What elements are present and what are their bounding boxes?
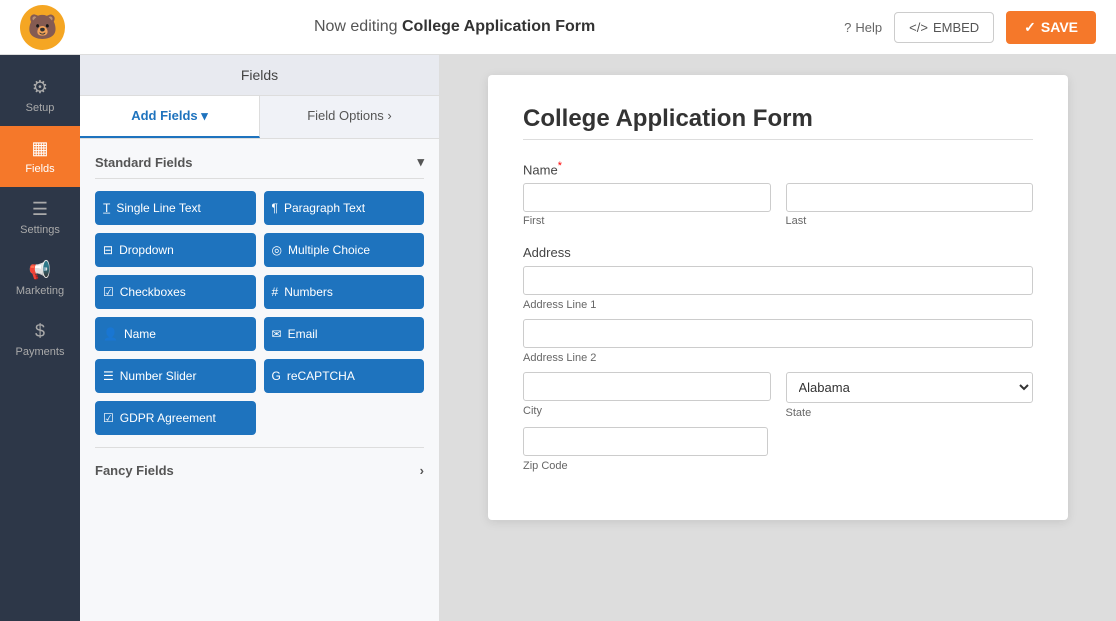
standard-fields-header: Standard Fields ▾ [95,154,424,179]
chevron-right-icon: › [420,463,424,478]
name-field: Name* First Last [523,160,1033,227]
embed-button[interactable]: </> EMBED [894,12,994,43]
setup-icon: ⚙ [32,77,48,98]
field-btn-gdpr[interactable]: ☑ GDPR Agreement [95,401,256,435]
recaptcha-icon: G [272,369,281,383]
payments-icon: $ [35,321,45,342]
fields-tabs: Add Fields ▾ Field Options › [80,96,439,139]
name-last-col: Last [786,183,1034,227]
field-btn-dropdown[interactable]: ⊟ Dropdown [95,233,256,267]
tab-add-fields[interactable]: Add Fields ▾ [80,96,260,138]
city-state-row: City Alabama Alaska Arizona State [523,372,1033,419]
topbar: 🐻 Now editing College Application Form ?… [0,0,1116,55]
text-icon: T̲ [103,201,110,215]
help-icon: ? [844,20,851,35]
standard-fields-grid: T̲ Single Line Text ¶ Paragraph Text ⊟ D… [95,191,424,435]
save-button[interactable]: ✓ SAVE [1006,11,1096,44]
numbers-icon: # [272,285,279,299]
embed-icon: </> [909,20,928,35]
checkboxes-icon: ☑ [103,285,114,299]
field-btn-name[interactable]: 👤 Name [95,317,256,351]
name-row: First Last [523,183,1033,227]
zip-input[interactable] [523,427,768,456]
form-container: College Application Form Name* First Las… [488,75,1068,520]
sidebar-item-setup[interactable]: ⚙ Setup [0,65,80,126]
address-field: Address Address Line 1 Address Line 2 Ci… [523,245,1033,472]
form-divider [523,139,1033,140]
name-first-col: First [523,183,771,227]
address-line1-input[interactable] [523,266,1033,295]
form-name: College Application Form [402,18,595,35]
slider-icon: ☰ [103,369,114,383]
fancy-fields-header[interactable]: Fancy Fields › [95,458,424,483]
state-select[interactable]: Alabama Alaska Arizona [786,372,1034,403]
gdpr-icon: ☑ [103,411,114,425]
marketing-icon: 📢 [29,260,51,281]
help-button[interactable]: ? Help [844,20,882,35]
field-btn-email[interactable]: ✉ Email [264,317,425,351]
field-btn-checkboxes[interactable]: ☑ Checkboxes [95,275,256,309]
fields-icon: ▦ [31,138,48,159]
city-col: City [523,372,771,419]
main-layout: ⚙ Setup ▦ Fields ☰ Settings 📢 Marketing … [0,55,1116,621]
sidebar-nav: ⚙ Setup ▦ Fields ☰ Settings 📢 Marketing … [0,55,80,621]
city-input[interactable] [523,372,771,401]
city-label: City [523,405,542,417]
fields-panel-header: Fields [80,55,439,96]
address-line1-row: Address Line 1 [523,266,1033,311]
address-line2-row: Address Line 2 [523,319,1033,364]
name-last-label: Last [786,215,1034,227]
sidebar-item-settings[interactable]: ☰ Settings [0,187,80,248]
zip-label: Zip Code [523,460,568,472]
zip-row: Zip Code [523,427,768,472]
fields-panel: Fields Add Fields ▾ Field Options › Stan… [80,55,440,621]
multiple-choice-icon: ◎ [272,243,282,257]
field-btn-single-line-text[interactable]: T̲ Single Line Text [95,191,256,225]
address-label: Address [523,245,1033,260]
fancy-fields-section: Fancy Fields › [95,447,424,483]
address-line1-label: Address Line 1 [523,299,596,311]
chevron-down-icon: ▾ [417,154,424,170]
name-last-input[interactable] [786,183,1034,212]
tab-field-options[interactable]: Field Options › [260,96,439,138]
name-first-input[interactable] [523,183,771,212]
logo: 🐻 [20,5,65,50]
editing-prefix: Now editing [314,18,402,35]
address-line2-label: Address Line 2 [523,352,596,364]
sidebar-item-payments[interactable]: $ Payments [0,309,80,370]
field-btn-multiple-choice[interactable]: ◎ Multiple Choice [264,233,425,267]
address-line2-input[interactable] [523,319,1033,348]
topbar-actions: ? Help </> EMBED ✓ SAVE [844,11,1096,44]
app-logo: 🐻 [20,5,65,50]
save-icon: ✓ [1024,19,1036,36]
email-icon: ✉ [272,327,282,341]
sidebar-item-fields[interactable]: ▦ Fields [0,126,80,187]
editing-title: Now editing College Application Form [314,18,595,36]
form-title: College Application Form [523,105,1033,133]
field-btn-numbers[interactable]: # Numbers [264,275,425,309]
field-btn-number-slider[interactable]: ☰ Number Slider [95,359,256,393]
name-label: Name* [523,160,1033,177]
field-btn-recaptcha[interactable]: G reCAPTCHA [264,359,425,393]
name-first-label: First [523,215,771,227]
fields-content: Standard Fields ▾ T̲ Single Line Text ¶ … [80,139,439,621]
settings-icon: ☰ [32,199,48,220]
state-label: State [786,407,812,419]
state-col: Alabama Alaska Arizona State [786,372,1034,419]
dropdown-icon: ⊟ [103,243,113,257]
sidebar-item-marketing[interactable]: 📢 Marketing [0,248,80,309]
form-preview: College Application Form Name* First Las… [440,55,1116,621]
field-btn-paragraph-text[interactable]: ¶ Paragraph Text [264,191,425,225]
name-icon: 👤 [103,327,118,341]
paragraph-icon: ¶ [272,201,278,215]
